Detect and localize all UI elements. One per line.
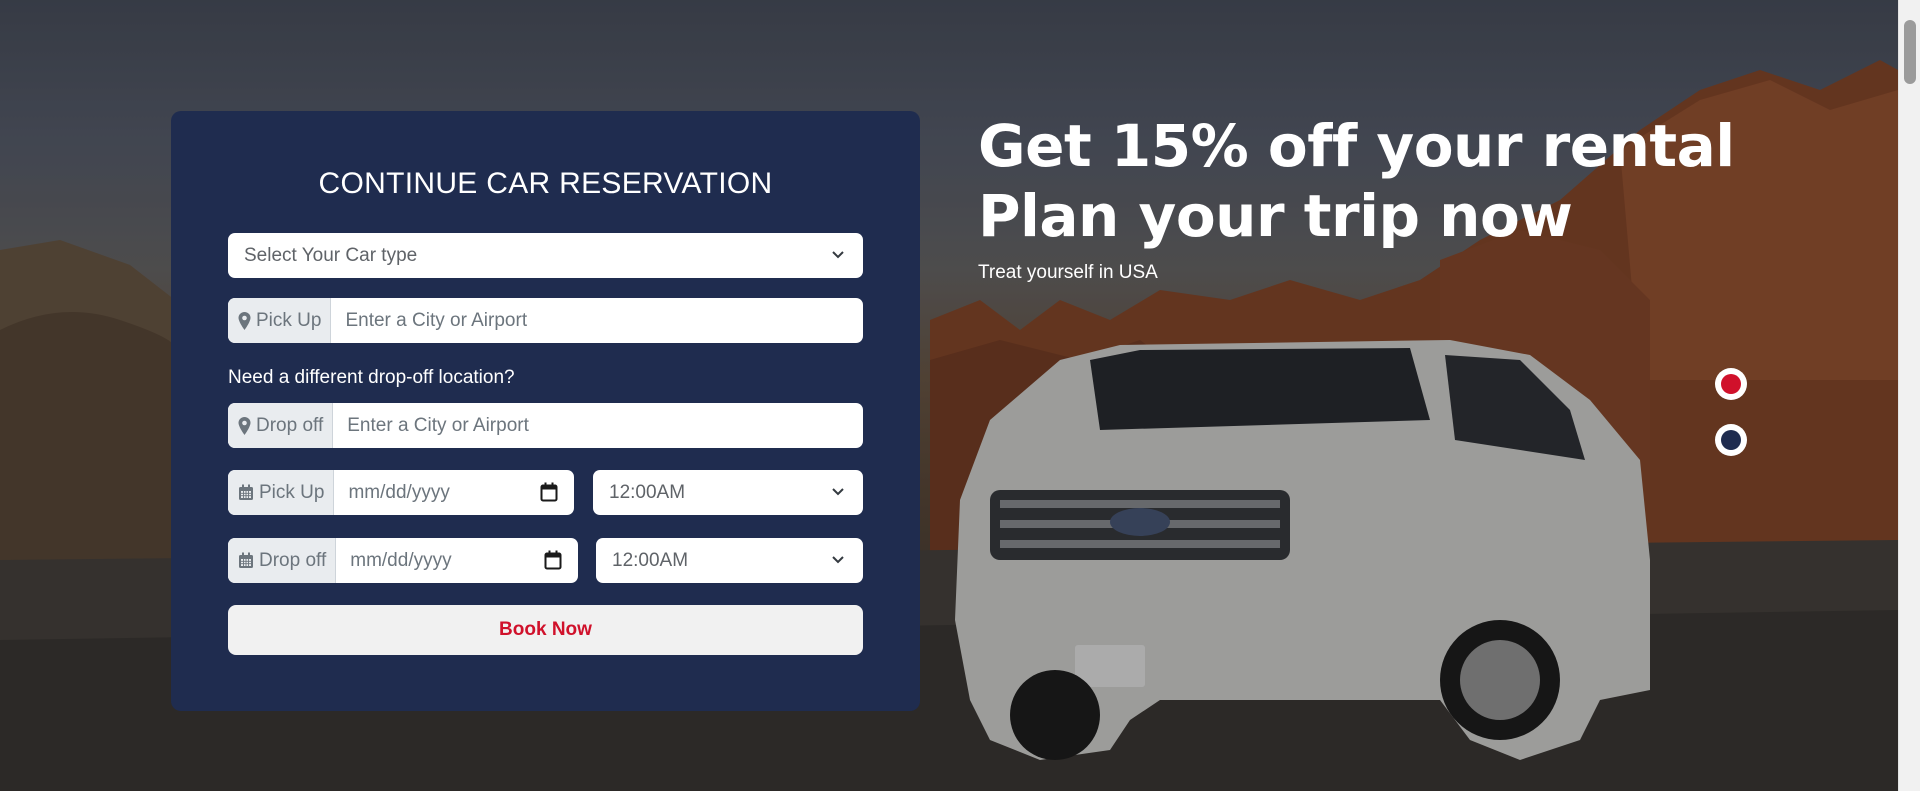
pickup-location-label: Pick Up [256, 309, 322, 331]
form-title: CONTINUE CAR RESERVATION [318, 167, 773, 200]
pickup-date-addon: Pick Up [228, 470, 335, 515]
map-marker-icon [238, 416, 251, 435]
dropoff-location-input[interactable]: Enter a City or Airport [333, 403, 863, 448]
map-marker-icon [238, 311, 251, 330]
pickup-date-placeholder: mm/dd/yyyy [348, 481, 450, 503]
dropoff-date-addon: Drop off [228, 538, 337, 583]
dropoff-date-placeholder: mm/dd/yyyy [350, 549, 452, 571]
chevron-down-icon [832, 556, 844, 564]
pickup-location-field: Pick Up Enter a City or Airport [228, 298, 863, 343]
carousel-dot-2-fill [1721, 430, 1741, 450]
promo-headline: Get 15% off your rental Plan your trip n… [978, 111, 1735, 251]
calendar-icon [239, 552, 253, 568]
calendar-icon [239, 484, 253, 500]
pickup-location-addon: Pick Up [228, 298, 332, 343]
calendar-picker-icon[interactable] [540, 482, 558, 502]
carousel-dot-1[interactable] [1715, 368, 1747, 400]
calendar-picker-icon[interactable] [544, 550, 562, 570]
dropoff-date-label: Drop off [259, 549, 327, 571]
pickup-time-value: 12:00AM [609, 481, 686, 503]
dropoff-location-question: Need a different drop-off location? [228, 367, 515, 388]
dropoff-time-select[interactable]: 12:00AM [596, 538, 863, 583]
car-type-select[interactable]: Select Your Car type [228, 233, 863, 278]
chevron-down-icon [832, 251, 844, 259]
dropoff-location-addon: Drop off [228, 403, 334, 448]
dropoff-date-field: Drop off mm/dd/yyyy [228, 538, 578, 583]
car-type-placeholder: Select Your Car type [244, 244, 418, 266]
carousel-dot-1-fill [1721, 374, 1741, 394]
dropoff-date-input[interactable]: mm/dd/yyyy [336, 538, 578, 583]
promo-headline-line2: Plan your trip now [978, 182, 1573, 250]
pickup-date-label: Pick Up [259, 481, 325, 503]
dropoff-time-value: 12:00AM [612, 549, 689, 571]
dropoff-location-label: Drop off [256, 414, 324, 436]
promo-headline-line1: Get 15% off your rental [978, 112, 1735, 180]
page-scrollbar[interactable] [1898, 0, 1920, 791]
pickup-location-input[interactable]: Enter a City or Airport [331, 298, 863, 343]
pickup-date-field: Pick Up mm/dd/yyyy [228, 470, 574, 515]
dropoff-location-placeholder: Enter a City or Airport [347, 414, 529, 436]
promo-subtext: Treat yourself in USA [978, 262, 1158, 283]
dropoff-location-field: Drop off Enter a City or Airport [228, 403, 863, 448]
pickup-date-input[interactable]: mm/dd/yyyy [334, 470, 574, 515]
chevron-down-icon [832, 488, 844, 496]
scrollbar-thumb[interactable] [1904, 20, 1916, 84]
book-now-button[interactable]: Book Now [228, 605, 863, 655]
pickup-time-select[interactable]: 12:00AM [593, 470, 863, 515]
reservation-form-card: CONTINUE CAR RESERVATION Select Your Car… [171, 111, 920, 711]
carousel-dot-2[interactable] [1715, 424, 1747, 456]
pickup-location-placeholder: Enter a City or Airport [345, 309, 528, 331]
